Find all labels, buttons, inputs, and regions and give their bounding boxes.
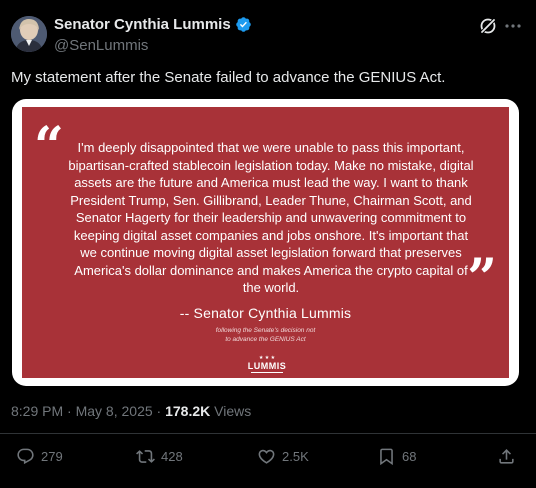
- statement-card: “ I'm deeply disappointed that we were u…: [22, 107, 509, 378]
- like-count: 2.5K: [282, 449, 309, 464]
- repost-button[interactable]: 428: [136, 447, 183, 466]
- reply-count: 279: [41, 449, 63, 464]
- tweet-header: Senator Cynthia Lummis @SenLummis: [0, 0, 536, 62]
- tweet-text: My statement after the Senate failed to …: [11, 69, 446, 86]
- lummis-logo: ★ ★ ★ LUMMIS: [247, 355, 287, 377]
- share-button[interactable]: [497, 447, 516, 466]
- logo-text: LUMMIS: [247, 361, 287, 371]
- views-label: Views: [214, 403, 252, 419]
- signature-subtitle: following the Senate's decision not to a…: [22, 326, 509, 344]
- avatar[interactable]: [11, 16, 47, 52]
- statement-text: I'm deeply disappointed that we were una…: [68, 140, 474, 295]
- tweet-meta: 8:29 PM · May 8, 2025 · 178.2K Views: [11, 403, 251, 419]
- share-icon: [499, 449, 514, 464]
- bookmark-count: 68: [402, 449, 417, 464]
- close-quote-mark: ”: [467, 248, 497, 309]
- tweet-image[interactable]: “ I'm deeply disappointed that we were u…: [12, 99, 519, 386]
- repost-count: 428: [161, 449, 183, 464]
- views-count: 178.2K: [165, 403, 211, 419]
- open-quote-mark: “: [34, 116, 64, 177]
- signature-subtitle-text: following the Senate's decision not to a…: [215, 327, 316, 343]
- verified-badge-icon: [235, 16, 252, 33]
- tweet-date[interactable]: May 8, 2025: [76, 403, 153, 419]
- like-button[interactable]: 2.5K: [257, 447, 309, 466]
- repost-icon: [136, 450, 155, 463]
- heart-icon: [258, 449, 275, 464]
- divider: [0, 433, 536, 434]
- action-bar: 279 428 2.5K 68: [0, 445, 536, 471]
- bookmark-button[interactable]: 68: [377, 447, 416, 466]
- more-icon[interactable]: [503, 16, 523, 36]
- tweet-time[interactable]: 8:29 PM: [11, 403, 63, 419]
- logo-underline: [251, 372, 283, 373]
- author-name-row: Senator Cynthia Lummis: [54, 16, 252, 33]
- reply-button[interactable]: 279: [16, 447, 63, 466]
- grok-icon[interactable]: [478, 16, 498, 36]
- statement-signature: -- Senator Cynthia Lummis: [179, 305, 352, 321]
- meta-separator: ·: [67, 403, 72, 419]
- bookmark-icon: [380, 448, 393, 466]
- author-display-name[interactable]: Senator Cynthia Lummis: [54, 16, 231, 33]
- reply-icon: [17, 448, 34, 465]
- author-handle[interactable]: @SenLummis: [54, 37, 148, 54]
- meta-separator: ·: [156, 403, 162, 419]
